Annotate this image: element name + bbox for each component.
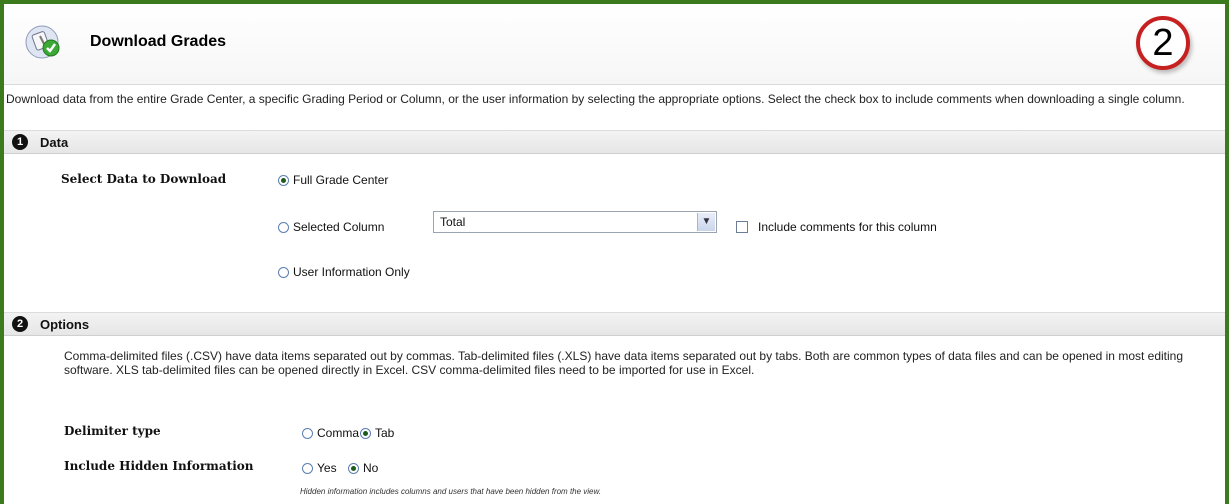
full-grade-center-label: Full Grade Center xyxy=(293,173,389,187)
tab-radio[interactable] xyxy=(360,427,371,439)
hidden-info-label: Include Hidden Information xyxy=(64,459,254,473)
download-grades-icon xyxy=(25,25,60,59)
intro-text: Download data from the entire Grade Cent… xyxy=(6,92,1185,106)
tab-label: Tab xyxy=(375,426,395,440)
hidden-info-note: Hidden information includes columns and … xyxy=(300,487,602,496)
step-2-icon: 2 xyxy=(12,316,28,332)
selected-column-option[interactable]: Selected Column xyxy=(278,220,384,234)
yes-label: Yes xyxy=(317,461,337,475)
header-divider xyxy=(4,84,1225,85)
no-radio[interactable] xyxy=(348,462,359,474)
page-header: Download Grades 2 xyxy=(4,4,1225,84)
step-badge: 2 xyxy=(1136,16,1190,70)
chevron-down-icon[interactable]: ▼ xyxy=(697,213,715,231)
comma-label: Comma xyxy=(317,426,360,440)
user-info-radio[interactable] xyxy=(278,266,289,278)
comma-option[interactable]: Comma xyxy=(302,426,359,440)
no-label: No xyxy=(363,461,379,475)
step-1-icon: 1 xyxy=(12,134,28,150)
full-grade-center-option[interactable]: Full Grade Center xyxy=(278,173,388,187)
yes-option[interactable]: Yes xyxy=(302,461,337,475)
user-info-option[interactable]: User Information Only xyxy=(278,265,410,279)
column-select[interactable]: Total ▼ xyxy=(433,211,717,233)
include-comments-option[interactable]: Include comments for this column xyxy=(736,220,937,234)
page-title: Download Grades xyxy=(90,33,227,50)
options-section-header: 2 Options xyxy=(4,312,1225,336)
selected-column-radio[interactable] xyxy=(278,221,289,233)
include-comments-label: Include comments for this column xyxy=(758,220,937,234)
column-select-value: Total xyxy=(440,215,466,229)
options-description: Comma-delimited files (.CSV) have data i… xyxy=(64,349,1184,377)
no-option[interactable]: No xyxy=(348,461,378,475)
select-data-label: Select Data to Download xyxy=(61,172,227,186)
data-section-title: Data xyxy=(40,135,69,150)
delimiter-label: Delimiter type xyxy=(64,424,161,438)
data-section-header: 1 Data xyxy=(4,130,1225,154)
options-section-title: Options xyxy=(40,317,90,332)
yes-radio[interactable] xyxy=(302,462,313,474)
selected-column-label: Selected Column xyxy=(293,220,385,234)
full-grade-center-radio[interactable] xyxy=(278,174,289,186)
include-comments-checkbox[interactable] xyxy=(736,221,748,233)
user-info-label: User Information Only xyxy=(293,265,410,279)
comma-radio[interactable] xyxy=(302,427,313,439)
tab-option[interactable]: Tab xyxy=(360,426,394,440)
